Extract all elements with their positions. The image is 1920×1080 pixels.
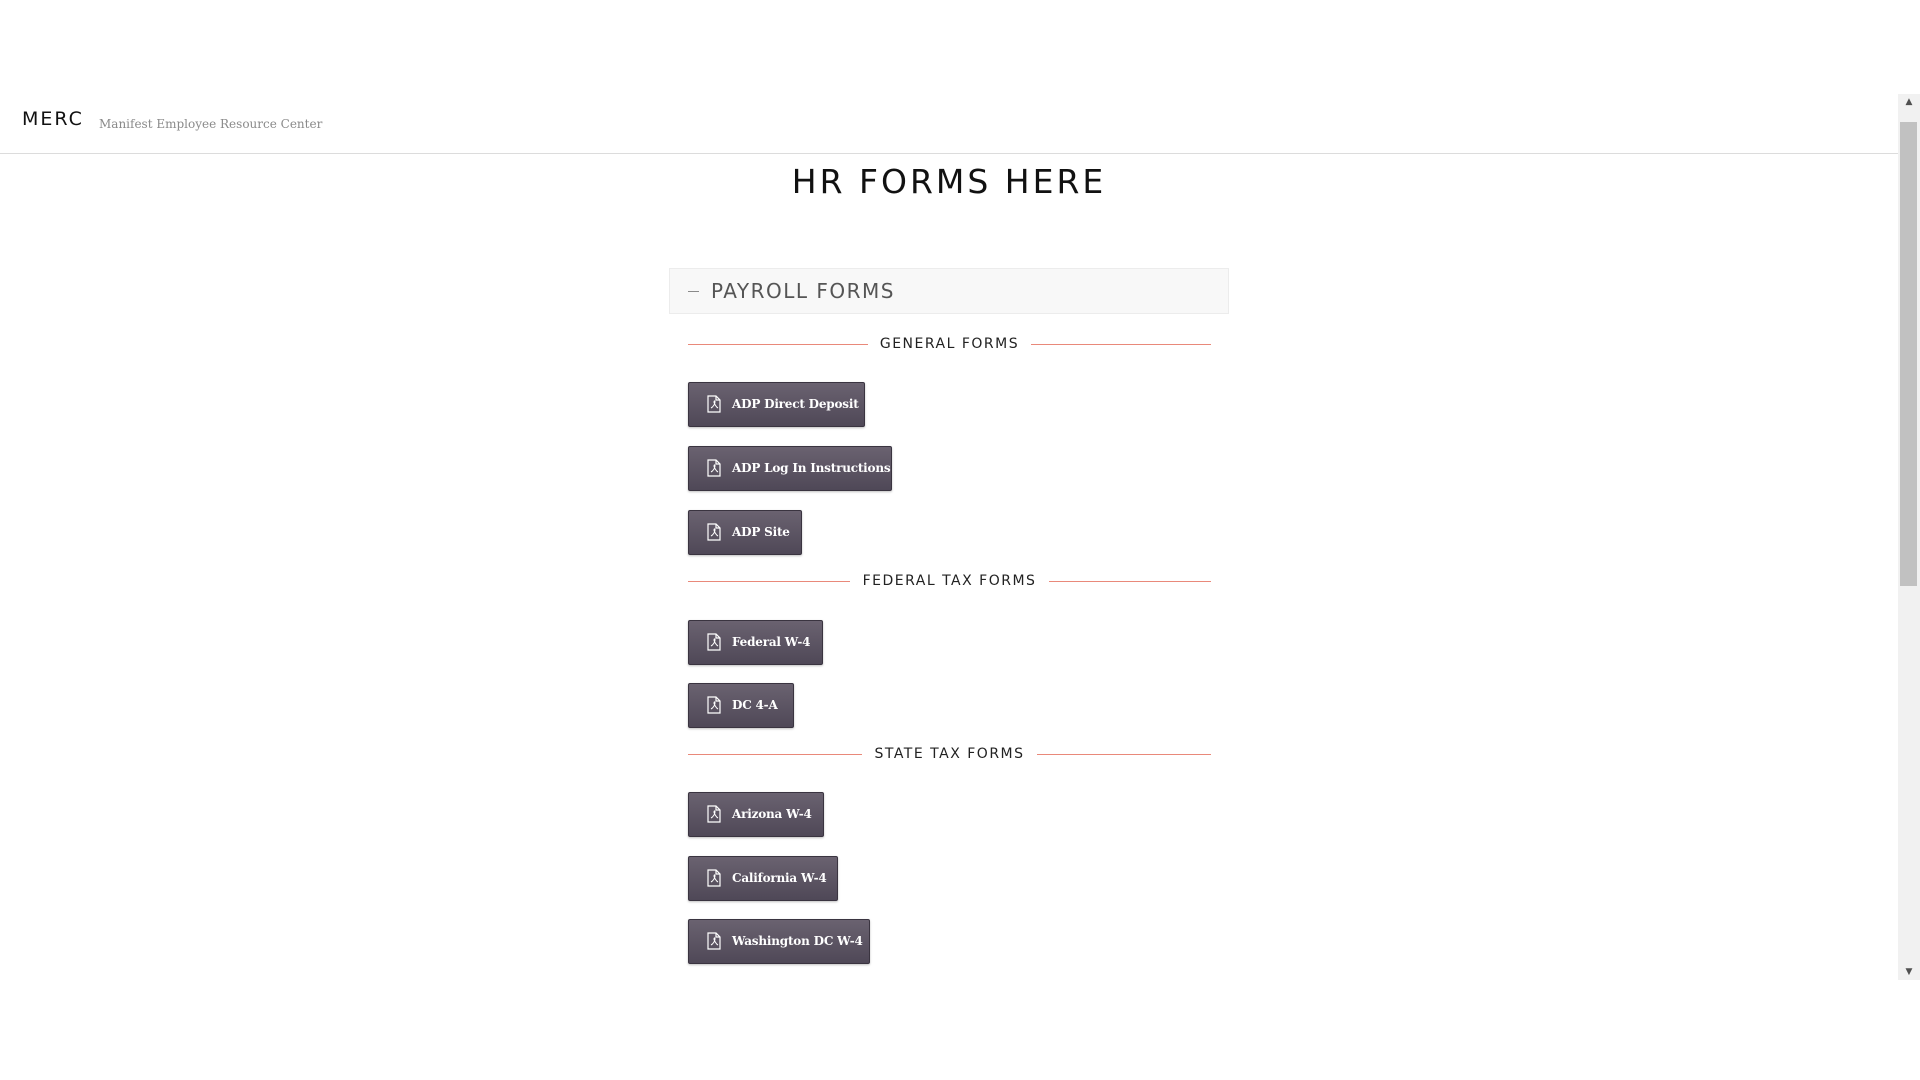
file-pdf-icon: [707, 696, 721, 714]
button-label: Washington DC W-4: [732, 934, 863, 948]
file-pdf-icon: [707, 932, 721, 950]
divider-line: [1037, 754, 1211, 755]
accordion-title: PAYROLL FORMS: [711, 279, 896, 303]
file-pdf-icon: [707, 869, 721, 887]
main-content: HR FORMS HERE PAYROLL FORMS GENERAL FORM…: [0, 154, 1898, 980]
divider-line: [1049, 581, 1211, 582]
page-title: HR FORMS HERE: [791, 162, 1107, 201]
federal-w4-button[interactable]: Federal W-4: [688, 620, 823, 665]
file-pdf-icon: [707, 459, 721, 477]
brand-logo[interactable]: MERC: [22, 108, 84, 130]
scroll-up-arrow-icon[interactable]: ▲: [1898, 94, 1920, 110]
washington-dc-w4-button[interactable]: Washington DC W-4: [688, 919, 870, 964]
button-label: ADP Log In Instructions: [732, 461, 891, 475]
file-pdf-icon: [707, 523, 721, 541]
site-header: MERC Manifest Employee Resource Center: [0, 94, 1898, 154]
button-label: ADP Direct Deposit: [732, 397, 859, 411]
button-label: ADP Site: [732, 525, 790, 539]
file-pdf-icon: [707, 395, 721, 413]
section-divider-federal: FEDERAL TAX FORMS: [688, 571, 1211, 591]
button-label: Federal W-4: [732, 635, 811, 649]
minus-icon: [688, 291, 699, 292]
california-w4-button[interactable]: California W-4: [688, 856, 838, 901]
adp-site-button[interactable]: ADP Site: [688, 510, 802, 555]
file-pdf-icon: [707, 633, 721, 651]
adp-log-in-instructions-button[interactable]: ADP Log In Instructions: [688, 446, 892, 491]
button-label: DC 4-A: [732, 698, 778, 712]
divider-line: [1031, 344, 1211, 345]
site-tagline: Manifest Employee Resource Center: [99, 117, 323, 131]
accordion-header-payroll[interactable]: PAYROLL FORMS: [669, 268, 1229, 314]
adp-direct-deposit-button[interactable]: ADP Direct Deposit: [688, 382, 865, 427]
button-label: Arizona W-4: [732, 807, 812, 821]
dc-4a-button[interactable]: DC 4-A: [688, 683, 794, 728]
scroll-down-arrow-icon[interactable]: ▼: [1898, 964, 1920, 980]
scroll-thumb[interactable]: [1900, 122, 1917, 586]
section-divider-general: GENERAL FORMS: [688, 334, 1211, 354]
file-pdf-icon: [707, 805, 721, 823]
section-divider-state: STATE TAX FORMS: [688, 744, 1211, 764]
vertical-scrollbar[interactable]: ▲ ▼: [1898, 94, 1920, 980]
arizona-w4-button[interactable]: Arizona W-4: [688, 792, 824, 837]
button-label: California W-4: [732, 871, 827, 885]
